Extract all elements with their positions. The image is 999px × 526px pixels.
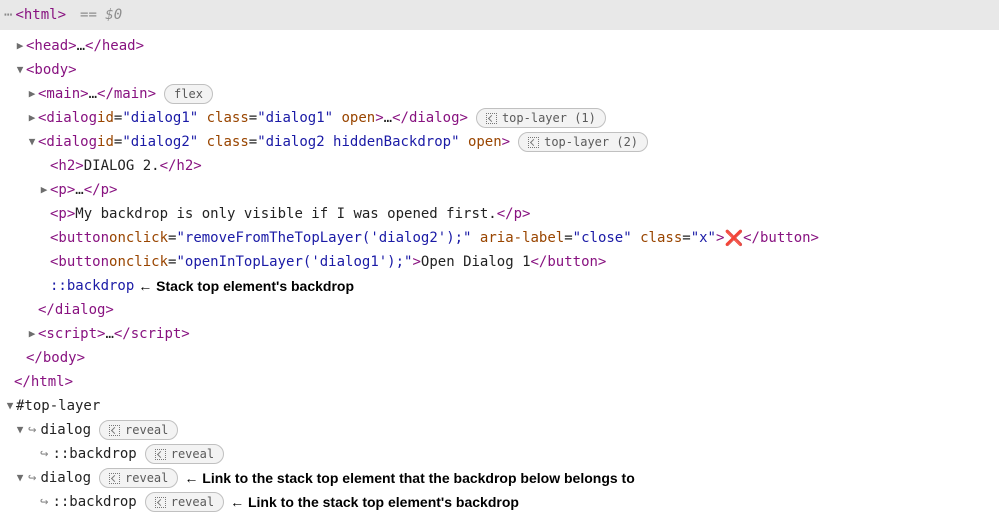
annotation: ← Link to the stack top element that the… <box>184 466 634 490</box>
collapse-icon[interactable]: ▼ <box>14 418 26 442</box>
top-layer-backdrop[interactable]: ↪ ::backdrop reveal <box>2 442 997 466</box>
node-p-collapsed[interactable]: ▶ <p>…</p> <box>2 178 997 202</box>
node-dialog1[interactable]: ▶ <dialog id="dialog1" class="dialog1" o… <box>2 106 997 130</box>
reveal-badge[interactable]: reveal <box>145 492 224 512</box>
node-script[interactable]: ▶ <script>…</script> <box>2 322 997 346</box>
top-layer-icon <box>528 137 539 148</box>
top-layer-item[interactable]: ▼↪ dialog reveal <box>2 418 997 442</box>
top-layer-badge[interactable]: top-layer (1) <box>476 108 606 128</box>
link-icon: ↪ <box>28 466 36 490</box>
selected-node-header: ⋯ <html> == $0 <box>0 0 999 30</box>
node-dialog2-close[interactable]: </dialog> <box>2 298 997 322</box>
collapse-icon[interactable]: ▼ <box>4 394 16 418</box>
annotation: ← Link to the stack top element's backdr… <box>230 490 519 514</box>
expand-icon[interactable]: ▶ <box>26 106 38 130</box>
reveal-badge[interactable]: reveal <box>99 468 178 488</box>
top-layer-badge[interactable]: top-layer (2) <box>518 132 648 152</box>
collapse-icon[interactable]: ▼ <box>14 58 26 82</box>
reveal-badge[interactable]: reveal <box>145 444 224 464</box>
link-icon: ↪ <box>40 490 48 514</box>
x-icon: ❌ <box>724 226 743 250</box>
node-backdrop[interactable]: ::backdrop ← Stack top element's backdro… <box>2 274 997 298</box>
ellipsis-icon: ⋯ <box>4 3 11 27</box>
annotation: ← Stack top element's backdrop <box>138 274 354 298</box>
flex-badge[interactable]: flex <box>164 84 213 104</box>
node-body-open[interactable]: ▼ <body> <box>2 58 997 82</box>
root-tag[interactable]: <html> <box>15 3 66 27</box>
top-layer-item[interactable]: ▼↪ dialog reveal ← Link to the stack top… <box>2 466 997 490</box>
node-dialog2-open[interactable]: ▼ <dialog id="dialog2" class="dialog2 hi… <box>2 130 997 154</box>
reveal-icon <box>109 473 120 484</box>
top-layer-icon <box>486 113 497 124</box>
dom-tree: ▶ <head>…</head> ▼ <body> ▶ <main>…</mai… <box>0 30 999 522</box>
top-layer-header[interactable]: ▼#top-layer <box>2 394 997 418</box>
node-html-close[interactable]: </html> <box>2 370 997 394</box>
console-ref: == $0 <box>80 3 122 27</box>
expand-icon[interactable]: ▶ <box>26 82 38 106</box>
expand-icon[interactable]: ▶ <box>26 322 38 346</box>
node-button-open[interactable]: <button onclick="openInTopLayer('dialog1… <box>2 250 997 274</box>
reveal-icon <box>109 425 120 436</box>
reveal-badge[interactable]: reveal <box>99 420 178 440</box>
top-layer-backdrop[interactable]: ↪ ::backdrop reveal ← Link to the stack … <box>2 490 997 514</box>
collapse-icon[interactable]: ▼ <box>14 466 26 490</box>
expand-icon[interactable]: ▶ <box>38 178 50 202</box>
node-body-close[interactable]: </body> <box>2 346 997 370</box>
reveal-icon <box>155 497 166 508</box>
link-icon: ↪ <box>28 418 36 442</box>
node-button-close[interactable]: <button onclick="removeFromTheTopLayer('… <box>2 226 997 250</box>
node-p-text[interactable]: <p>My backdrop is only visible if I was … <box>2 202 997 226</box>
node-main[interactable]: ▶ <main>…</main> flex <box>2 82 997 106</box>
reveal-icon <box>155 449 166 460</box>
expand-icon[interactable]: ▶ <box>14 34 26 58</box>
collapse-icon[interactable]: ▼ <box>26 130 38 154</box>
node-head[interactable]: ▶ <head>…</head> <box>2 34 997 58</box>
node-h2[interactable]: <h2>DIALOG 2.</h2> <box>2 154 997 178</box>
link-icon: ↪ <box>40 442 48 466</box>
